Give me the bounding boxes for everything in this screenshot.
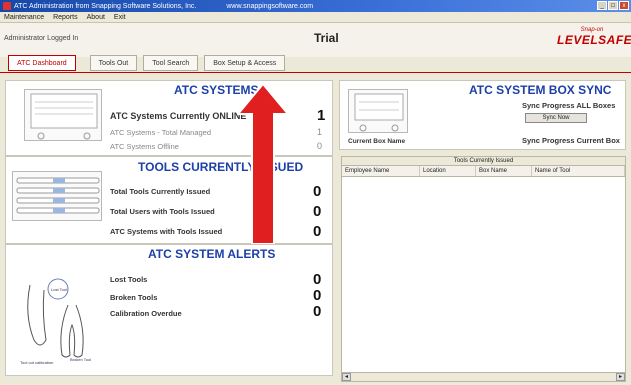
systems-offline-value: 0: [317, 141, 323, 151]
total-tools-value: 0: [313, 183, 322, 200]
systems-online-value: 1: [317, 107, 326, 124]
alerts-thumbnail: Lost Tool Broken Tool Tool out calibrati…: [18, 265, 104, 365]
broken-tools-value: 0: [313, 287, 322, 304]
minimize-icon[interactable]: _: [597, 1, 607, 10]
app-icon: [3, 2, 11, 10]
tab-bar: ATC Dashboard Tools Out Tool Search Box …: [8, 55, 286, 73]
app-window: ATC Administration from Snapping Softwar…: [0, 0, 631, 385]
brand-logo: Snap-on LEVELSAFE: [557, 27, 631, 47]
column-employee-name[interactable]: Employee Name: [342, 166, 420, 176]
users-tools-label: Total Users with Tools Issued: [110, 207, 215, 216]
dashboard-thumbnail: [24, 89, 102, 141]
box-sync-title: ATC SYSTEM BOX SYNC: [469, 83, 612, 97]
systems-online-label: ATC Systems Currently ONLINE: [110, 111, 247, 121]
systems-tools-label: ATC Systems with Tools Issued: [110, 227, 223, 236]
maximize-icon[interactable]: □: [608, 1, 618, 10]
tab-underline: [0, 72, 631, 73]
menu-maintenance[interactable]: Maintenance: [4, 14, 44, 21]
alerts-title: ATC SYSTEM ALERTS: [148, 247, 276, 261]
menu-exit[interactable]: Exit: [114, 14, 126, 21]
svg-text:Broken Tool: Broken Tool: [70, 357, 91, 362]
menu-about[interactable]: About: [87, 14, 105, 21]
title-bar: ATC Administration from Snapping Softwar…: [0, 0, 631, 12]
box-sync-panel: ATC SYSTEM BOX SYNC Sync Progress ALL Bo…: [339, 80, 626, 150]
column-box-name[interactable]: Box Name: [476, 166, 532, 176]
tools-issued-grid[interactable]: Tools Currently Issued Employee Name Loc…: [341, 156, 626, 382]
tab-tools-out[interactable]: Tools Out: [89, 55, 138, 71]
systems-tools-value: 0: [313, 223, 322, 240]
calibration-value: 0: [313, 303, 322, 320]
tab-atc-dashboard[interactable]: ATC Dashboard: [8, 55, 76, 71]
lost-tools-value: 0: [313, 271, 322, 288]
tab-tool-search[interactable]: Tool Search: [143, 55, 199, 71]
svg-text:Tool out calibration: Tool out calibration: [20, 360, 53, 365]
column-tool-name[interactable]: Name of Tool: [532, 166, 625, 176]
systems-offline-label: ATC Systems Offline: [110, 142, 179, 151]
sync-now-button[interactable]: Sync Now: [525, 113, 587, 123]
trial-label: Trial: [314, 31, 339, 45]
systems-total-label: ATC Systems - Total Managed: [110, 128, 212, 137]
tab-box-setup[interactable]: Box Setup & Access: [204, 55, 286, 71]
window-url: www.snappingsoftware.com: [226, 2, 314, 10]
svg-text:Lost Tool: Lost Tool: [51, 287, 67, 292]
column-location[interactable]: Location: [420, 166, 476, 176]
close-icon[interactable]: x: [619, 1, 629, 10]
grid-caption: Tools Currently Issued: [342, 157, 625, 166]
sync-thumbnail: [348, 89, 408, 133]
sync-current-label: Sync Progress Current Box: [522, 136, 620, 145]
current-box-label: Current Box Name: [348, 138, 406, 145]
red-arrow-annotation: [238, 84, 288, 244]
alerts-panel: Lost Tool Broken Tool Tool out calibrati…: [5, 244, 333, 376]
users-tools-value: 0: [313, 203, 322, 220]
header: Administrator Logged In Trial Snap-on LE…: [0, 23, 631, 57]
systems-total-value: 1: [317, 127, 323, 137]
sync-all-label: Sync Progress ALL Boxes: [522, 101, 616, 110]
calibration-label: Calibration Overdue: [110, 309, 182, 318]
window-title: ATC Administration from Snapping Softwar…: [14, 2, 197, 10]
lost-tools-label: Lost Tools: [110, 275, 148, 284]
admin-status: Administrator Logged In: [4, 35, 79, 42]
menu-reports[interactable]: Reports: [53, 14, 78, 21]
scroll-right-icon[interactable]: ▸: [616, 373, 625, 381]
total-tools-label: Total Tools Currently Issued: [110, 187, 211, 196]
menu-bar: Maintenance Reports About Exit: [0, 12, 631, 23]
broken-tools-label: Broken Tools: [110, 293, 158, 302]
horizontal-scrollbar[interactable]: ◂ ▸: [342, 372, 625, 381]
tools-thumbnail: [12, 171, 102, 221]
scroll-left-icon[interactable]: ◂: [342, 373, 351, 381]
grid-header: Employee Name Location Box Name Name of …: [342, 166, 625, 177]
